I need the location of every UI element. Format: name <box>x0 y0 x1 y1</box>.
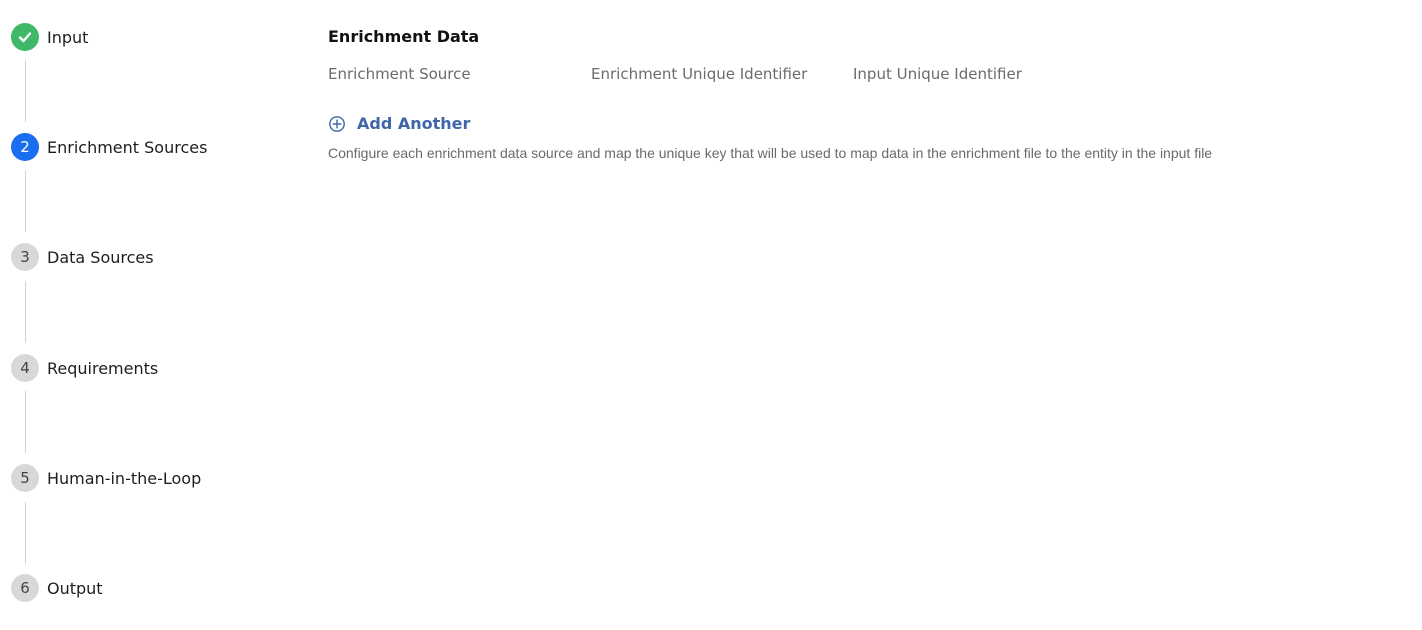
step-label: Data Sources <box>47 247 154 267</box>
step-status-circle <box>11 23 39 51</box>
step-number: 2 <box>11 133 39 161</box>
stepper: Input 2 Enrichment Sources 3 Data Source… <box>0 0 300 630</box>
step-label: Output <box>47 578 103 598</box>
step-output[interactable]: 6 Output <box>11 574 103 602</box>
step-label: Enrichment Sources <box>47 137 208 157</box>
step-requirements[interactable]: 4 Requirements <box>11 354 158 382</box>
plus-circle-icon <box>329 115 345 132</box>
step-connector <box>25 60 26 122</box>
column-header-enrichment-source: Enrichment Source <box>328 65 471 83</box>
step-input[interactable]: Input <box>11 23 88 51</box>
step-connector <box>25 281 26 343</box>
step-connector <box>25 391 26 453</box>
column-header-enrichment-unique-identifier: Enrichment Unique Identifier <box>591 65 808 83</box>
step-number: 3 <box>11 243 39 271</box>
step-number: 5 <box>11 464 39 492</box>
step-human-in-the-loop[interactable]: 5 Human-in-the-Loop <box>11 464 201 492</box>
add-another-label: Add Another <box>357 114 471 133</box>
step-label: Requirements <box>47 358 159 378</box>
step-label: Input <box>47 27 89 47</box>
step-number: 6 <box>11 574 39 602</box>
step-label: Human-in-the-Loop <box>47 468 202 488</box>
step-enrichment-sources[interactable]: 2 Enrichment Sources <box>11 133 207 161</box>
add-another-button[interactable]: Add Another <box>328 114 470 133</box>
main-panel: Enrichment Data Enrichment Source Enrich… <box>328 0 1422 630</box>
step-number: 4 <box>11 354 39 382</box>
step-connector <box>25 502 26 564</box>
check-icon <box>18 32 32 43</box>
section-title: Enrichment Data <box>328 27 480 46</box>
step-data-sources[interactable]: 3 Data Sources <box>11 243 154 271</box>
column-header-input-unique-identifier: Input Unique Identifier <box>853 65 1022 83</box>
step-connector <box>25 170 26 232</box>
help-text: Configure each enrichment data source an… <box>328 145 1213 161</box>
